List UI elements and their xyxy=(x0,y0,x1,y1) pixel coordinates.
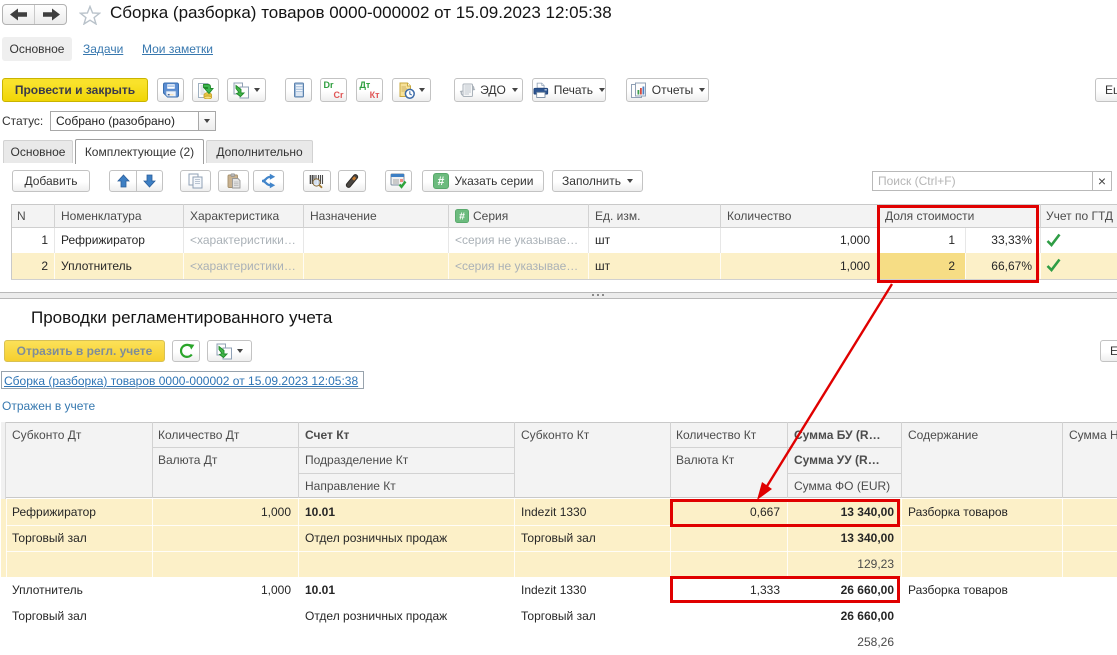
svg-text:#: # xyxy=(437,174,444,188)
svg-text:#: # xyxy=(459,211,465,223)
